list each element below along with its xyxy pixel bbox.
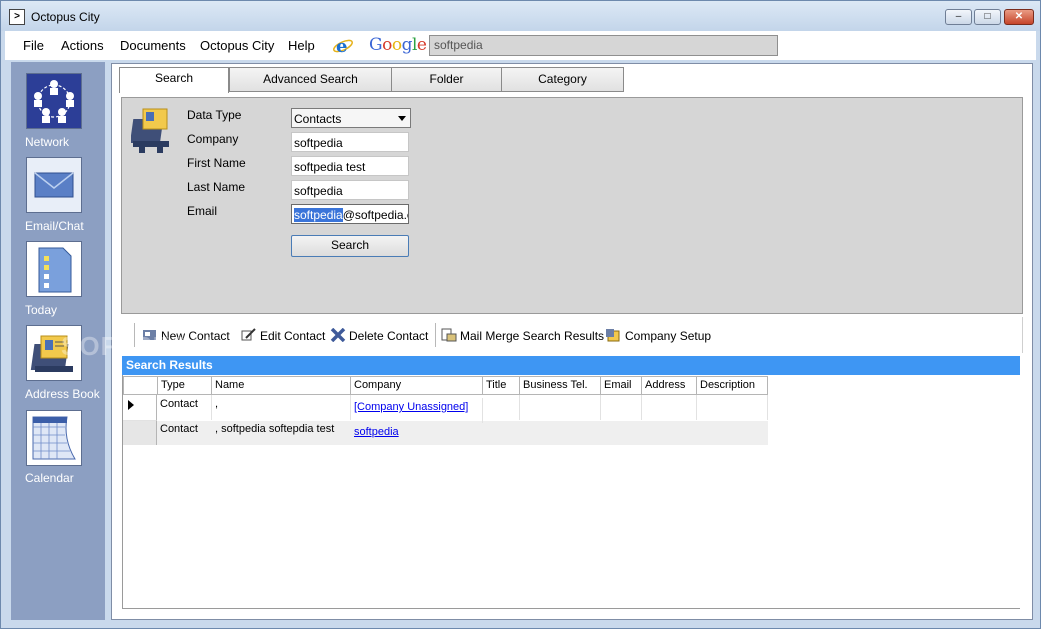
data-type-value: Contacts bbox=[294, 112, 342, 126]
web-search-input[interactable]: softpedia bbox=[429, 35, 778, 56]
cell-title bbox=[483, 395, 520, 420]
last-name-input[interactable]: softpedia bbox=[291, 180, 409, 200]
nav-today-label: Today bbox=[25, 303, 58, 317]
column-header-type[interactable]: Type bbox=[158, 376, 212, 395]
first-name-input[interactable]: softpedia test bbox=[291, 156, 409, 176]
company-setup-button[interactable]: Company Setup bbox=[606, 328, 711, 344]
toolbar-separator bbox=[435, 323, 436, 347]
cell-email bbox=[601, 420, 642, 445]
menu-actions[interactable]: Actions bbox=[61, 38, 104, 53]
search-button[interactable]: Search bbox=[291, 235, 409, 257]
row-header-corner bbox=[123, 376, 158, 395]
chevron-down-icon bbox=[398, 116, 406, 121]
cell-business-tel bbox=[520, 420, 601, 445]
company-link[interactable]: softpedia bbox=[354, 426, 399, 438]
internet-explorer-icon[interactable]: e bbox=[332, 35, 354, 57]
current-row-arrow-icon bbox=[128, 400, 134, 410]
delete-contact-label: Delete Contact bbox=[349, 329, 429, 343]
tab-advanced-search[interactable]: Advanced Search bbox=[229, 67, 392, 92]
nav-email-chat-label: Email/Chat bbox=[25, 219, 84, 233]
email-label: Email bbox=[187, 204, 218, 218]
mail-merge-label: Mail Merge Search Results bbox=[460, 329, 605, 343]
envelope-icon bbox=[34, 172, 74, 198]
company-link[interactable]: [Company Unassigned] bbox=[354, 401, 468, 413]
pencil-icon bbox=[241, 328, 257, 342]
menu-file[interactable]: File bbox=[23, 38, 44, 53]
tab-folder[interactable]: Folder bbox=[391, 67, 502, 92]
delete-x-icon bbox=[330, 327, 346, 343]
edit-contact-label: Edit Contact bbox=[260, 329, 326, 343]
column-header-description[interactable]: Description bbox=[697, 376, 768, 395]
maximize-button[interactable]: □ bbox=[974, 9, 1001, 25]
nav-address-book-label: Address Book bbox=[25, 387, 100, 401]
first-name-label: First Name bbox=[187, 156, 246, 170]
cell-company: [Company Unassigned] bbox=[351, 398, 483, 423]
window-title: Octopus City bbox=[31, 10, 100, 24]
column-header-business-tel[interactable]: Business Tel. bbox=[520, 376, 601, 395]
search-form-panel bbox=[121, 97, 1023, 314]
nav-calendar-button[interactable] bbox=[26, 410, 82, 466]
company-setup-icon bbox=[606, 328, 622, 342]
cell-description bbox=[697, 420, 768, 445]
menu-documents[interactable]: Documents bbox=[120, 38, 186, 53]
nav-network-button[interactable] bbox=[26, 73, 82, 129]
data-type-select[interactable]: Contacts bbox=[291, 108, 411, 128]
column-header-address[interactable]: Address bbox=[642, 376, 697, 395]
delete-contact-button[interactable]: Delete Contact bbox=[330, 327, 429, 344]
email-input[interactable]: softpedia@softpedia.co bbox=[291, 204, 409, 224]
network-icon bbox=[34, 80, 74, 123]
cell-name: , bbox=[212, 395, 351, 420]
tab-search[interactable]: Search bbox=[119, 67, 229, 93]
app-window: > Octopus City – □ ✕ File Actions Docume… bbox=[0, 0, 1041, 629]
minimize-button[interactable]: – bbox=[945, 9, 972, 25]
cell-type: Contact bbox=[157, 395, 212, 420]
company-label: Company bbox=[187, 132, 239, 146]
column-header-company[interactable]: Company bbox=[351, 376, 483, 395]
calendar-icon bbox=[32, 416, 76, 460]
google-logo[interactable]: Google bbox=[369, 35, 427, 55]
data-type-label: Data Type bbox=[187, 108, 242, 122]
cell-email bbox=[601, 395, 642, 420]
cell-name: , softpedia softepdia test bbox=[215, 423, 335, 435]
app-icon: > bbox=[9, 9, 25, 25]
column-header-title[interactable]: Title bbox=[483, 376, 520, 395]
column-header-email[interactable]: Email bbox=[601, 376, 642, 395]
last-name-label: Last Name bbox=[187, 180, 246, 194]
cell-address bbox=[642, 395, 697, 420]
cell-company: softpedia bbox=[351, 423, 483, 448]
nav-network-label: Network bbox=[25, 135, 70, 149]
close-button[interactable]: ✕ bbox=[1004, 9, 1034, 25]
cell-type: Contact bbox=[160, 423, 198, 435]
cell-title bbox=[483, 420, 520, 445]
tab-category[interactable]: Category bbox=[501, 67, 624, 92]
nav-email-chat-button[interactable] bbox=[26, 157, 82, 213]
column-header-name[interactable]: Name bbox=[212, 376, 351, 395]
svg-text:e: e bbox=[336, 36, 347, 57]
cell-business-tel bbox=[520, 395, 601, 420]
nav-calendar-label: Calendar bbox=[25, 471, 74, 485]
mail-merge-button[interactable]: Mail Merge Search Results bbox=[441, 328, 604, 344]
cell-address bbox=[642, 420, 697, 445]
title-bar: > Octopus City – □ ✕ bbox=[1, 1, 1040, 31]
mail-merge-icon bbox=[441, 328, 457, 342]
company-setup-label: Company Setup bbox=[625, 329, 712, 343]
search-results-header: Search Results bbox=[122, 356, 1020, 375]
menu-help[interactable]: Help bbox=[288, 38, 315, 53]
row-header[interactable] bbox=[123, 421, 157, 445]
nav-today-button[interactable] bbox=[26, 241, 82, 297]
cell-description bbox=[697, 395, 768, 420]
email-rest-text: @softpedia.co bbox=[342, 208, 408, 222]
company-input[interactable]: softpedia bbox=[291, 132, 409, 152]
checklist-icon bbox=[38, 247, 72, 293]
email-selected-text: softpedia bbox=[294, 208, 343, 222]
edit-contact-button[interactable]: Edit Contact bbox=[241, 328, 325, 344]
menu-octopus-city[interactable]: Octopus City bbox=[200, 38, 274, 53]
address-book-search-icon bbox=[131, 108, 169, 153]
